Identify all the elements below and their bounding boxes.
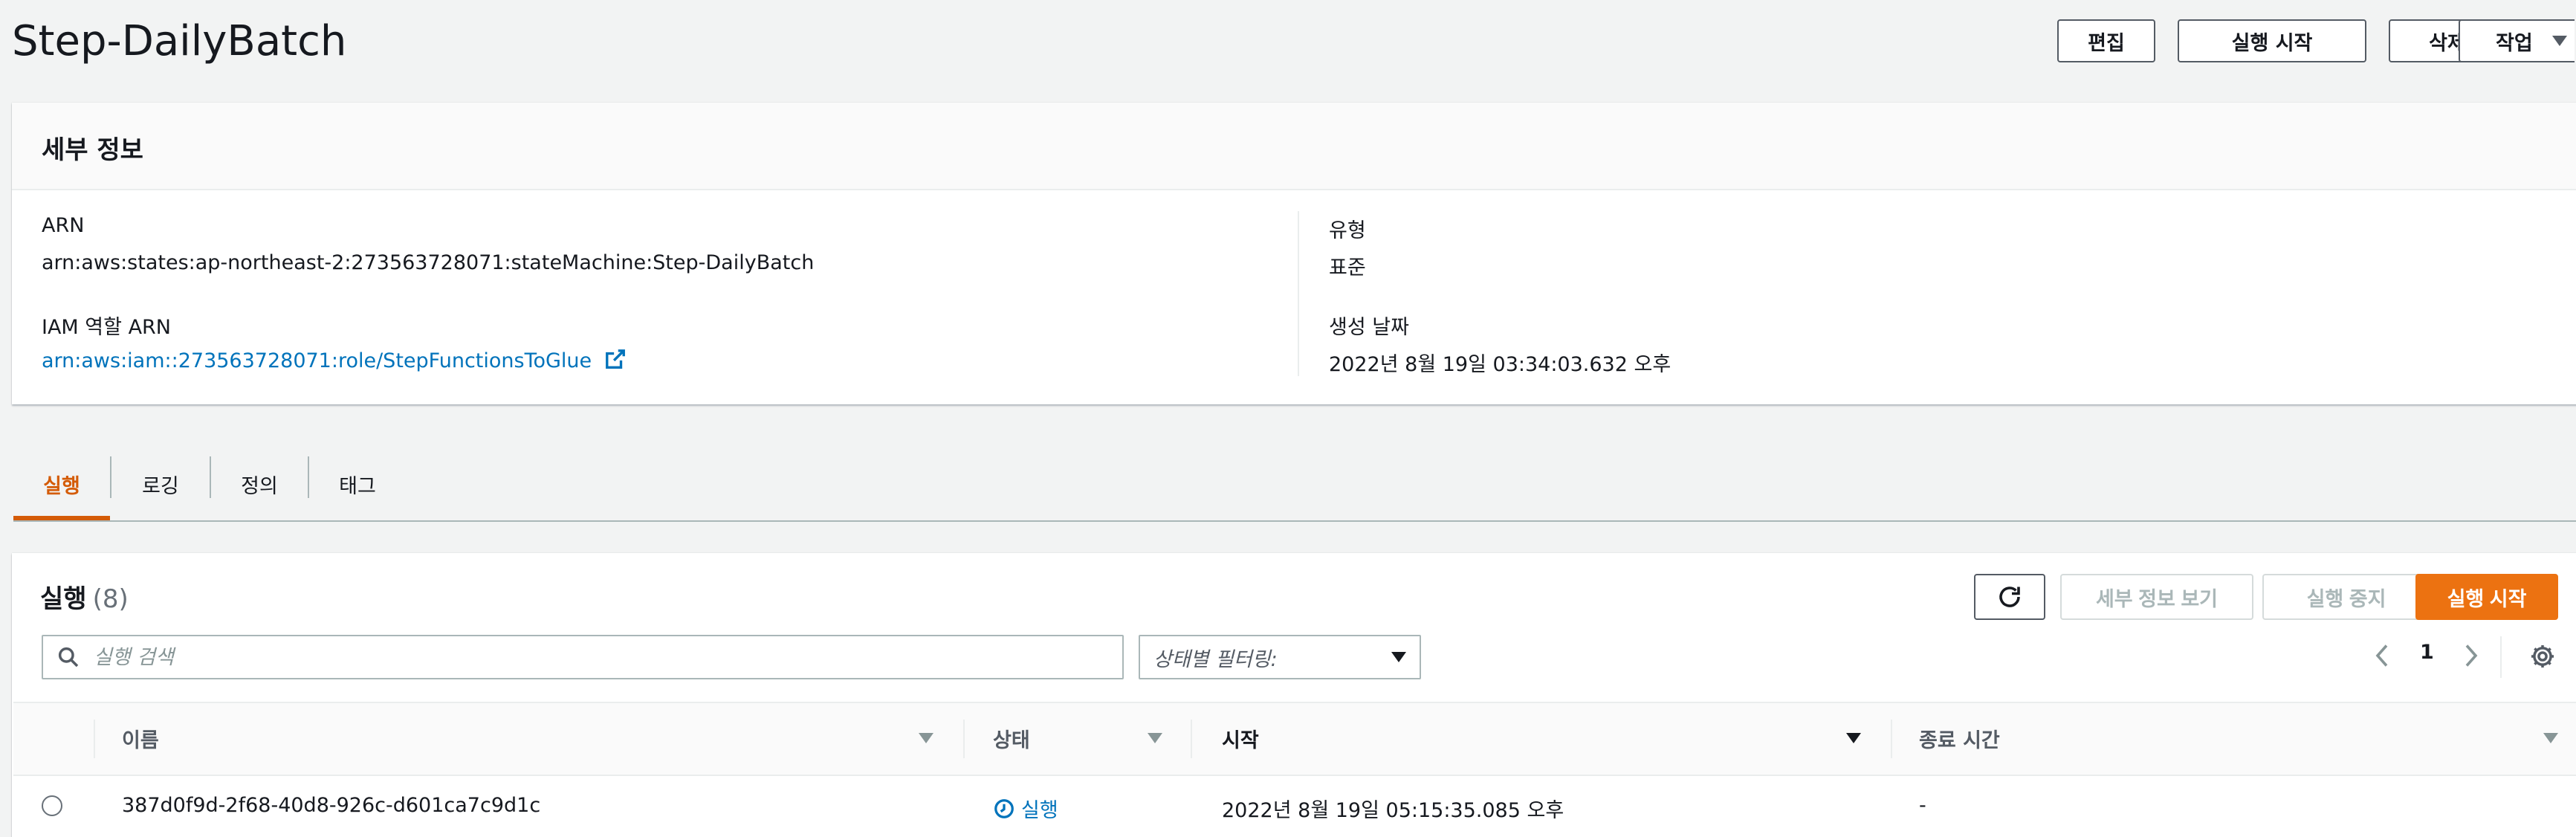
iam-role-link[interactable]: arn:aws:iam::273563728071:role/StepFunct… bbox=[42, 348, 627, 372]
tab-tags[interactable]: 태그 bbox=[309, 446, 406, 522]
table-header bbox=[13, 702, 2576, 776]
page-title: Step-DailyBatch bbox=[12, 17, 347, 65]
search-icon bbox=[58, 647, 79, 668]
stop-execution-label: 실행 중지 bbox=[2306, 587, 2386, 610]
sort-caret-down-icon[interactable] bbox=[1148, 733, 1162, 743]
caret-down-icon bbox=[1391, 652, 1406, 662]
tab-executions-label: 실행 bbox=[43, 474, 80, 498]
details-column-divider bbox=[1298, 211, 1299, 376]
actions-label: 작업 bbox=[2496, 31, 2533, 55]
details-panel-header: 세부 정보 bbox=[12, 103, 2576, 190]
start-execution-button[interactable]: 실행 시작 bbox=[2415, 574, 2558, 620]
iam-role-label: IAM 역할 ARN bbox=[42, 316, 172, 339]
chevron-left-icon[interactable] bbox=[2372, 642, 2392, 669]
arn-value: arn:aws:states:ap-northeast-2:2735637280… bbox=[42, 251, 815, 274]
stop-execution-button[interactable]: 실행 중지 bbox=[2262, 574, 2430, 620]
start-execution-top-button[interactable]: 실행 시작 bbox=[2178, 19, 2366, 62]
column-separator bbox=[1891, 720, 1892, 758]
execution-start-time: 2022년 8월 19일 05:15:35.085 오후 bbox=[1222, 799, 1564, 822]
created-date-value: 2022년 8월 19일 03:34:03.632 오후 bbox=[1329, 353, 1672, 376]
column-header-status[interactable]: 상태 bbox=[993, 724, 1030, 753]
actions-dropdown[interactable]: 작업 bbox=[2459, 19, 2575, 62]
column-header-end-time[interactable]: 종료 시간 bbox=[1919, 724, 2000, 753]
column-header-start[interactable]: 시작 bbox=[1222, 724, 1259, 753]
status-filter-select[interactable]: 상태별 필터링: bbox=[1139, 635, 1421, 679]
tab-executions[interactable]: 실행 bbox=[13, 446, 110, 522]
sort-caret-down-icon[interactable] bbox=[1846, 733, 1861, 743]
execution-name-link[interactable]: 387d0f9d-2f68-40d8-926c-d601ca7c9d1c bbox=[122, 794, 540, 817]
view-details-label: 세부 정보 보기 bbox=[2095, 587, 2219, 610]
start-execution-label: 실행 시작 bbox=[2447, 587, 2527, 610]
chevron-right-icon[interactable] bbox=[2462, 642, 2481, 669]
execution-end-time: - bbox=[1919, 794, 1926, 817]
search-input[interactable] bbox=[94, 645, 1060, 669]
executions-title: 실행 (8) bbox=[40, 578, 129, 615]
type-label: 유형 bbox=[1329, 219, 1366, 242]
executions-count: (8) bbox=[92, 584, 129, 614]
search-box[interactable] bbox=[42, 635, 1124, 679]
sort-caret-down-icon[interactable] bbox=[919, 733, 933, 743]
refresh-button[interactable] bbox=[1974, 574, 2045, 620]
status-filter-placeholder: 상태별 필터링: bbox=[1153, 647, 1278, 671]
edit-button-label: 편집 bbox=[2088, 31, 2125, 55]
row-select-radio[interactable] bbox=[42, 795, 62, 816]
tab-logging[interactable]: 로깅 bbox=[111, 446, 210, 522]
column-separator bbox=[94, 720, 95, 758]
sort-caret-down-icon[interactable] bbox=[2543, 733, 2558, 743]
clock-icon bbox=[994, 798, 1014, 818]
gear-icon[interactable] bbox=[2528, 642, 2557, 670]
execution-status: 실행 bbox=[993, 794, 1058, 823]
tab-logging-label: 로깅 bbox=[142, 474, 179, 498]
created-date-label: 생성 날짜 bbox=[1329, 316, 1409, 339]
tab-tags-label: 태그 bbox=[339, 474, 376, 498]
start-execution-top-label: 실행 시작 bbox=[2231, 31, 2313, 55]
execution-status-label: 실행 bbox=[1021, 799, 1058, 822]
pager-divider bbox=[2500, 636, 2502, 678]
column-header-name[interactable]: 이름 bbox=[122, 724, 159, 753]
caret-down-icon bbox=[2551, 36, 2567, 46]
column-separator bbox=[1191, 720, 1192, 758]
external-link-icon bbox=[605, 349, 625, 369]
tab-active-indicator bbox=[13, 516, 110, 520]
page-number[interactable]: 1 bbox=[2420, 641, 2434, 664]
tab-definition-label: 정의 bbox=[241, 474, 278, 498]
type-value: 표준 bbox=[1329, 256, 1366, 279]
iam-role-value: arn:aws:iam::273563728071:role/StepFunct… bbox=[42, 349, 592, 372]
tab-definition[interactable]: 정의 bbox=[211, 446, 308, 522]
refresh-icon bbox=[1999, 586, 2020, 607]
column-separator bbox=[963, 720, 965, 758]
arn-label: ARN bbox=[42, 214, 85, 237]
view-details-button[interactable]: 세부 정보 보기 bbox=[2060, 574, 2253, 620]
executions-title-text: 실행 bbox=[40, 584, 87, 614]
details-title: 세부 정보 bbox=[42, 135, 143, 165]
edit-button[interactable]: 편집 bbox=[2057, 19, 2155, 62]
